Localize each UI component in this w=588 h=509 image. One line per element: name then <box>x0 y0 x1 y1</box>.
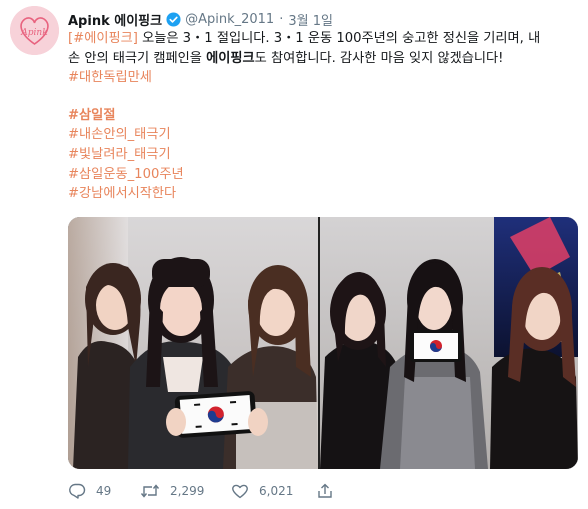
like-count: 6,021 <box>259 484 294 498</box>
hashtag-link[interactable]: #내손안의_태극기 <box>68 127 171 142</box>
media-grid <box>68 217 578 469</box>
reply-count: 49 <box>96 484 112 498</box>
tweet-text-segment: 오늘은 3・1 절입니다. 3・1 운동 100주년의 숭고한 정신을 기리며,… <box>137 31 541 46</box>
avatar-logo-text: Apink <box>20 28 47 38</box>
tweet-line-3: #대한독립만세 <box>68 68 578 88</box>
retweet-button[interactable]: 2,299 <box>140 483 231 499</box>
display-name[interactable]: Apink 에이핑크 <box>68 10 162 29</box>
like-icon <box>232 484 248 499</box>
photo-left[interactable] <box>68 217 318 469</box>
tweet-text: [#에이핑크] 오늘은 3・1 절입니다. 3・1 운동 100주년의 숭고한 … <box>68 29 578 204</box>
tweet-text-segment: 도 참여합니다. 감사한 마음 잊지 않겠습니다! <box>254 50 504 66</box>
reply-icon <box>69 483 86 499</box>
hashtag-link[interactable]: #삼일운동_100주년 <box>68 167 184 182</box>
retweet-count: 2,299 <box>170 484 205 498</box>
timestamp[interactable]: 3월 1일 <box>288 10 333 29</box>
apink-logo-icon: Apink <box>10 6 59 55</box>
tweet-actions: 49 2,299 6,021 <box>68 483 344 499</box>
hashtag-link[interactable]: #삼일절 <box>68 108 115 123</box>
tweet-text-segment: 손 안의 태극기 캠페인을 <box>68 50 207 66</box>
group-photo-right <box>320 217 578 469</box>
tweet-line-2: 손 안의 태극기 캠페인을 에이핑크도 참여합니다. 감사한 마음 잊지 않겠습… <box>68 49 578 69</box>
reply-button[interactable]: 49 <box>68 483 140 499</box>
photo-right[interactable] <box>320 217 578 469</box>
hashtag-line: #강남에서시작한다 <box>68 184 578 204</box>
handle[interactable]: @Apink_2011 <box>185 12 274 27</box>
group-photo-left <box>68 217 318 469</box>
hashtag-link[interactable]: #대한독립만세 <box>68 70 152 85</box>
hashtag-link[interactable]: #강남에서시작한다 <box>68 186 176 201</box>
verified-badge-icon <box>166 11 181 27</box>
tweet-bold-text: 에이핑크 <box>206 50 255 66</box>
retweet-icon <box>140 484 160 498</box>
hashtag-line: #삼일운동_100주년 <box>68 165 578 185</box>
hashtag-line: #삼일절 <box>68 106 578 126</box>
hashtag-line: #빛날려라_태극기 <box>68 145 578 165</box>
hashtag-line: #내손안의_태극기 <box>68 125 578 145</box>
tweet-line-1: [#에이핑크] 오늘은 3・1 절입니다. 3・1 운동 100주년의 숭고한 … <box>68 29 578 49</box>
share-button[interactable] <box>316 483 344 499</box>
share-icon <box>318 483 332 498</box>
hashtag-link[interactable]: #빛날려라_태극기 <box>68 147 171 162</box>
avatar[interactable]: Apink <box>10 6 59 55</box>
separator: · <box>279 11 284 27</box>
like-button[interactable]: 6,021 <box>231 483 316 499</box>
hashtag-link[interactable]: [#에이핑크] <box>68 31 138 46</box>
tweet-header: Apink 에이핑크 @Apink_2011 · 3월 1일 <box>68 9 333 29</box>
